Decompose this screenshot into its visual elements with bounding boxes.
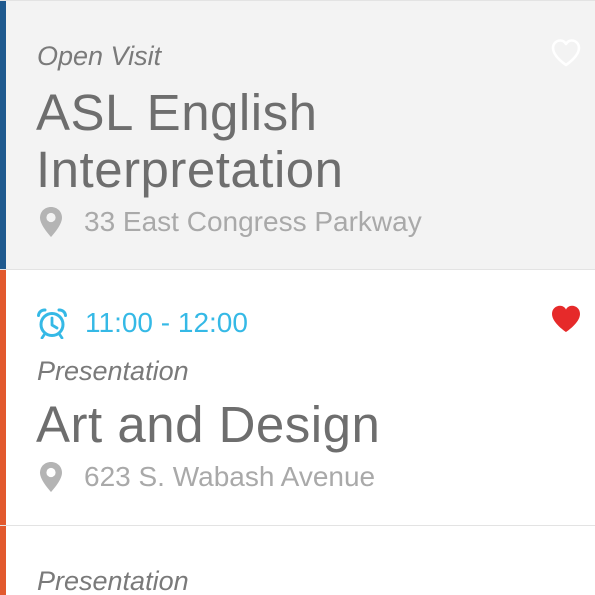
event-title-line: ASL English (36, 84, 318, 141)
event-type: Presentation (37, 356, 189, 386)
alarm-clock-icon (37, 308, 67, 339)
map-pin-icon (40, 207, 62, 237)
heart-filled-icon[interactable] (550, 304, 582, 334)
event-title-line: Interpretation (36, 141, 344, 198)
map-pin-icon (40, 462, 62, 492)
event-card[interactable]: Presentation (0, 526, 595, 595)
event-card[interactable]: 11:00 - 12:00 Presentation Art and Desig… (0, 270, 595, 526)
event-list: Open Visit ASL English Interpretation 33… (0, 0, 595, 595)
event-address: 623 S. Wabash Avenue (84, 461, 376, 492)
category-stripe (0, 270, 6, 525)
event-title-line: Art and Design (36, 396, 381, 453)
event-card[interactable]: Open Visit ASL English Interpretation 33… (0, 0, 595, 270)
event-type: Open Visit (37, 41, 162, 71)
event-location: 33 East Congress Parkway (38, 205, 422, 239)
event-address: 33 East Congress Parkway (84, 206, 422, 237)
heart-outline-icon[interactable] (550, 38, 582, 68)
event-location: 623 S. Wabash Avenue (38, 460, 375, 494)
event-time: 11:00 - 12:00 (36, 306, 248, 340)
event-type: Presentation (37, 566, 189, 595)
event-time-text: 11:00 - 12:00 (85, 307, 248, 338)
category-stripe (0, 1, 6, 269)
category-stripe (0, 526, 6, 595)
